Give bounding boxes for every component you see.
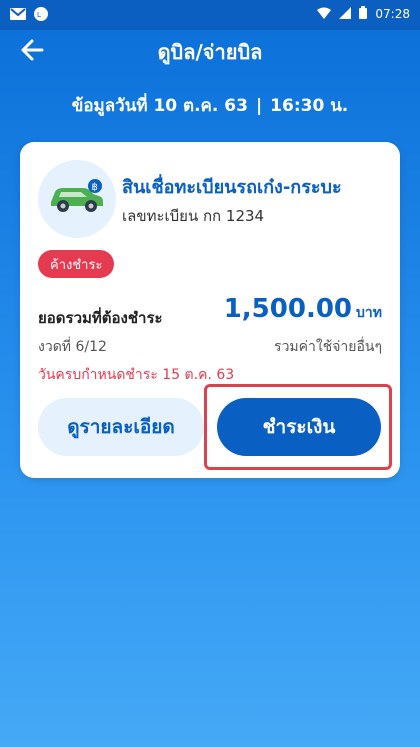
product-icon-circle: ฿ [38, 160, 116, 238]
time-text: 16:30 น. [270, 96, 349, 116]
app-bar: ดูบิล/จ่ายบิล [0, 30, 420, 74]
bill-card: ฿ สินเชื่อทะเบียนรถเก๋ง-กระบะ เลขทะเบียน… [20, 142, 400, 478]
car-icon: ฿ [47, 178, 107, 220]
installment-text: งวดที่ 6/12 [38, 339, 107, 355]
gmail-icon [10, 6, 26, 25]
total-amount: 1,500.00 บาท [224, 294, 382, 324]
signal-4g-icon [339, 6, 352, 22]
svg-text:฿: ฿ [92, 182, 98, 193]
pay-button[interactable]: ชำระเงิน [217, 398, 381, 456]
date-text: ข้อมูลวันที่ 10 ต.ค. 63 [71, 96, 248, 116]
svg-text:L: L [37, 11, 41, 19]
total-due-label: ยอดรวมที่ต้องชำระ [38, 309, 163, 327]
product-title: สินเชื่อทะเบียนรถเก๋ง-กระบะ [122, 177, 342, 198]
status-badge: ค้างชำระ [38, 250, 115, 278]
data-timestamp: ข้อมูลวันที่ 10 ต.ค. 63 | 16:30 น. [0, 92, 420, 119]
status-bar: L 07:28 [0, 0, 420, 30]
line-icon: L [34, 6, 48, 25]
view-details-button[interactable]: ดูรายละเอียด [38, 398, 204, 456]
wifi-icon [317, 7, 332, 22]
registration-number: เลขทะเบียน กก 1234 [122, 207, 265, 225]
battery-icon [359, 6, 368, 22]
includes-fees-text: รวมค่าใช้จ่ายอื่นๆ [274, 339, 382, 355]
page-title: ดูบิล/จ่ายบิล [157, 40, 263, 64]
due-date-text: วันครบกำหนดชำระ 15 ต.ค. 63 [38, 367, 235, 383]
date-separator: | [255, 96, 263, 116]
clock-text: 07:28 [375, 7, 410, 21]
pay-button-highlight: ชำระเงิน [204, 384, 392, 470]
currency-unit: บาท [356, 305, 382, 321]
amount-value: 1,500.00 [223, 294, 353, 324]
